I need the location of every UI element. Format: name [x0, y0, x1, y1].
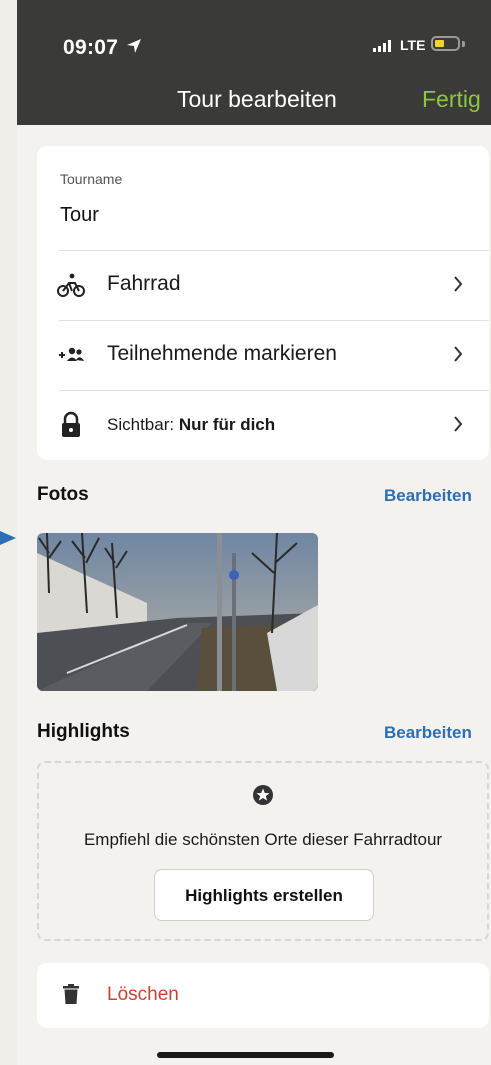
top-bar: 09:07 LTE Tour bearbeiten Fertig	[17, 0, 491, 125]
sport-row[interactable]: Fahrrad	[37, 251, 489, 319]
photos-section-title: Fotos	[37, 484, 89, 505]
street-photo-image	[37, 533, 318, 691]
add-people-icon	[59, 347, 84, 361]
participants-row[interactable]: Teilnehmende markieren	[37, 321, 489, 389]
battery-icon	[431, 36, 460, 51]
network-type: LTE	[400, 37, 426, 53]
battery-tip	[462, 41, 465, 47]
visibility-label: Sichtbar: Nur für dich	[107, 415, 275, 435]
tour-photo[interactable]	[37, 533, 318, 691]
signal-icon	[373, 40, 391, 52]
pointer-arrow-icon	[0, 531, 16, 545]
highlights-edit-button[interactable]: Bearbeiten	[384, 723, 472, 743]
highlights-section-title: Highlights	[37, 721, 130, 742]
chevron-right-icon	[454, 346, 463, 362]
done-button[interactable]: Fertig	[422, 86, 481, 113]
chevron-right-icon	[454, 416, 463, 432]
chevron-right-icon	[454, 276, 463, 292]
visibility-value: Nur für dich	[178, 415, 276, 434]
highlights-description: Empfiehl die schönsten Orte dieser Fahrr…	[83, 830, 443, 849]
tour-name-input[interactable]: Tour	[60, 204, 99, 227]
tour-name-label: Tourname	[60, 171, 123, 187]
delete-label: Löschen	[107, 984, 179, 1005]
photos-edit-button[interactable]: Bearbeiten	[384, 486, 472, 506]
delete-button[interactable]: Löschen	[37, 963, 489, 1028]
tour-settings-card: Tourname Tour Fahrrad Teilnehmende marki…	[37, 146, 489, 460]
status-time: 09:07	[63, 36, 119, 59]
page-title: Tour bearbeiten	[177, 86, 337, 112]
location-arrow-icon	[127, 39, 141, 53]
visibility-row[interactable]: Sichtbar: Nur für dich	[37, 391, 489, 459]
visibility-prefix: Sichtbar:	[107, 415, 179, 434]
bicycle-icon	[57, 273, 85, 297]
create-highlights-button[interactable]: Highlights erstellen	[154, 869, 374, 921]
participants-label: Teilnehmende markieren	[107, 342, 337, 365]
highlights-empty-state: Empfiehl die schönsten Orte dieser Fahrr…	[37, 761, 489, 941]
star-icon	[253, 785, 273, 805]
home-indicator[interactable]	[157, 1052, 334, 1058]
sport-label: Fahrrad	[107, 272, 181, 295]
trash-icon	[63, 984, 79, 1004]
lock-icon	[62, 411, 80, 437]
phone-screen: 09:07 LTE Tour bearbeiten Fertig Tournam…	[17, 0, 491, 1065]
